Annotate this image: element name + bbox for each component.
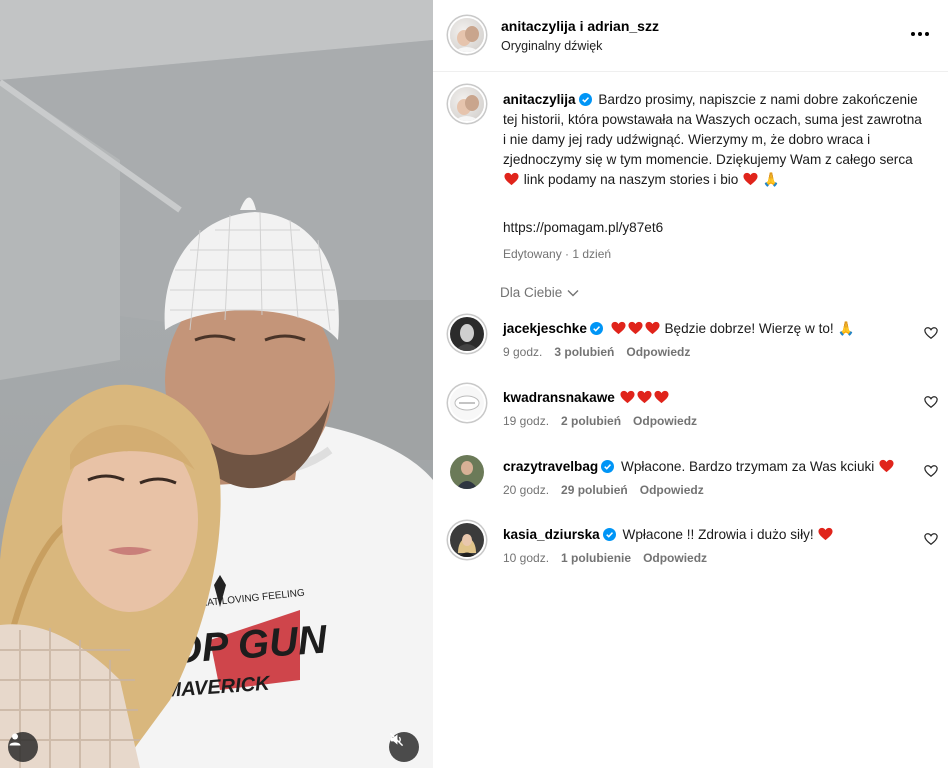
more-options-button[interactable] xyxy=(908,22,932,46)
comment-time: 20 godz. xyxy=(503,483,550,497)
comment-username[interactable]: jacekjeschke xyxy=(503,321,587,336)
verified-badge-icon xyxy=(601,460,615,473)
user-icon xyxy=(9,733,21,746)
comment-avatar[interactable] xyxy=(450,523,484,557)
comment-item: kasia_dziurska Wpłacone !! Zdrowia i duż… xyxy=(433,520,948,580)
caption-link[interactable]: https://pomagam.pl/y87et6 xyxy=(503,220,663,235)
like-heart-icon[interactable] xyxy=(924,326,938,340)
comment-text: jacekjeschke Będzie dobrze! Wierzę w to!… xyxy=(503,320,854,338)
prayer-emoji: 🙏 xyxy=(762,172,780,187)
comment-text: crazytravelbag Wpłacone. Bardzo trzymam … xyxy=(503,458,895,476)
comment-username[interactable]: crazytravelbag xyxy=(503,459,598,474)
comments-filter-dropdown[interactable]: Dla Ciebie xyxy=(500,285,579,300)
verified-badge-icon xyxy=(589,322,603,335)
comment-meta: 10 godz. 1 polubienie Odpowiedz xyxy=(503,551,707,565)
red-heart-icon xyxy=(620,390,635,404)
post-authors[interactable]: anitaczylija i adrian_szz xyxy=(501,18,659,34)
comment-meta: 9 godz. 3 polubień Odpowiedz xyxy=(503,345,690,359)
red-heart-icon xyxy=(611,321,626,335)
author-avatar[interactable] xyxy=(450,18,484,52)
comment-likes[interactable]: 1 polubienie xyxy=(561,551,631,565)
photo-scene: AINBACK THAT LOVING FEELING TOP GUN MAVE… xyxy=(0,0,433,768)
dot xyxy=(925,32,929,36)
mute-button[interactable] xyxy=(389,732,419,762)
audio-label[interactable]: Oryginalny dźwięk xyxy=(501,39,602,53)
comment-item: crazytravelbag Wpłacone. Bardzo trzymam … xyxy=(433,452,948,512)
verified-badge-icon xyxy=(578,93,592,106)
like-heart-icon[interactable] xyxy=(924,532,938,546)
muted-speaker-icon xyxy=(389,732,404,747)
dot xyxy=(918,32,922,36)
more-horizontal-icon xyxy=(911,32,915,36)
comment-avatar[interactable] xyxy=(450,317,484,351)
post-photo[interactable]: AINBACK THAT LOVING FEELING TOP GUN MAVE… xyxy=(0,0,433,768)
comment-item: jacekjeschke Będzie dobrze! Wierzę w to!… xyxy=(433,314,948,374)
red-heart-icon xyxy=(637,390,652,404)
red-heart-icon xyxy=(818,527,833,541)
red-heart-icon xyxy=(645,321,660,335)
red-heart-icon xyxy=(504,172,519,186)
caption-body-2: link podamy na naszym stories i bio xyxy=(523,172,739,187)
comment-body: Będzie dobrze! Wierzę w to! 🙏 xyxy=(664,321,855,336)
chevron-down-icon xyxy=(567,289,579,296)
caption-username[interactable]: anitaczylija xyxy=(503,92,576,107)
comment-avatar[interactable] xyxy=(450,455,484,489)
comment-body: Wpłacone. Bardzo trzymam za Was kciuki xyxy=(621,459,875,474)
like-heart-icon[interactable] xyxy=(924,395,938,409)
caption-text: anitaczylija Bardzo prosimy, napiszcie z… xyxy=(503,90,923,190)
red-heart-icon xyxy=(743,172,758,186)
post-panel: anitaczylija i adrian_szz Oryginalny dźw… xyxy=(433,0,948,768)
comment-text: kasia_dziurska Wpłacone !! Zdrowia i duż… xyxy=(503,526,834,544)
comment-likes[interactable]: 29 polubień xyxy=(561,483,628,497)
comment-likes[interactable]: 3 polubień xyxy=(554,345,614,359)
comment-time: 19 godz. xyxy=(503,414,550,428)
comment-likes[interactable]: 2 polubień xyxy=(561,414,621,428)
tagged-users-button[interactable] xyxy=(8,732,38,762)
verified-badge-icon xyxy=(602,528,616,541)
caption-avatar[interactable] xyxy=(450,87,484,121)
red-heart-icon xyxy=(879,459,894,473)
like-heart-icon[interactable] xyxy=(924,464,938,478)
comment-meta: 19 godz. 2 polubień Odpowiedz xyxy=(503,414,697,428)
caption-meta: Edytowany · 1 dzień xyxy=(503,247,612,261)
comment-avatar[interactable] xyxy=(450,386,484,420)
filter-label: Dla Ciebie xyxy=(500,285,563,300)
avatar-image xyxy=(454,26,480,52)
red-heart-icon xyxy=(628,321,643,335)
reply-button[interactable]: Odpowiedz xyxy=(626,345,690,359)
comment-time: 9 godz. xyxy=(503,345,543,359)
avatar-image xyxy=(454,395,480,411)
reply-button[interactable]: Odpowiedz xyxy=(633,414,697,428)
red-heart-icon xyxy=(654,390,669,404)
reply-button[interactable]: Odpowiedz xyxy=(643,551,707,565)
avatar-image xyxy=(455,324,479,351)
avatar-image xyxy=(454,95,480,121)
post-header: anitaczylija i adrian_szz Oryginalny dźw… xyxy=(433,0,948,72)
comment-username[interactable]: kasia_dziurska xyxy=(503,527,600,542)
comment-item: kwadransnakawe 19 godz. 2 polubień Odpow… xyxy=(433,383,948,443)
avatar-image xyxy=(458,534,476,557)
comment-meta: 20 godz. 29 polubień Odpowiedz xyxy=(503,483,704,497)
avatar-image xyxy=(456,461,478,489)
comment-time: 10 godz. xyxy=(503,551,550,565)
comment-text: kwadransnakawe xyxy=(503,389,670,407)
comment-body: Wpłacone !! Zdrowia i dużo siły! xyxy=(622,527,814,542)
reply-button[interactable]: Odpowiedz xyxy=(640,483,704,497)
comment-username[interactable]: kwadransnakawe xyxy=(503,390,615,405)
